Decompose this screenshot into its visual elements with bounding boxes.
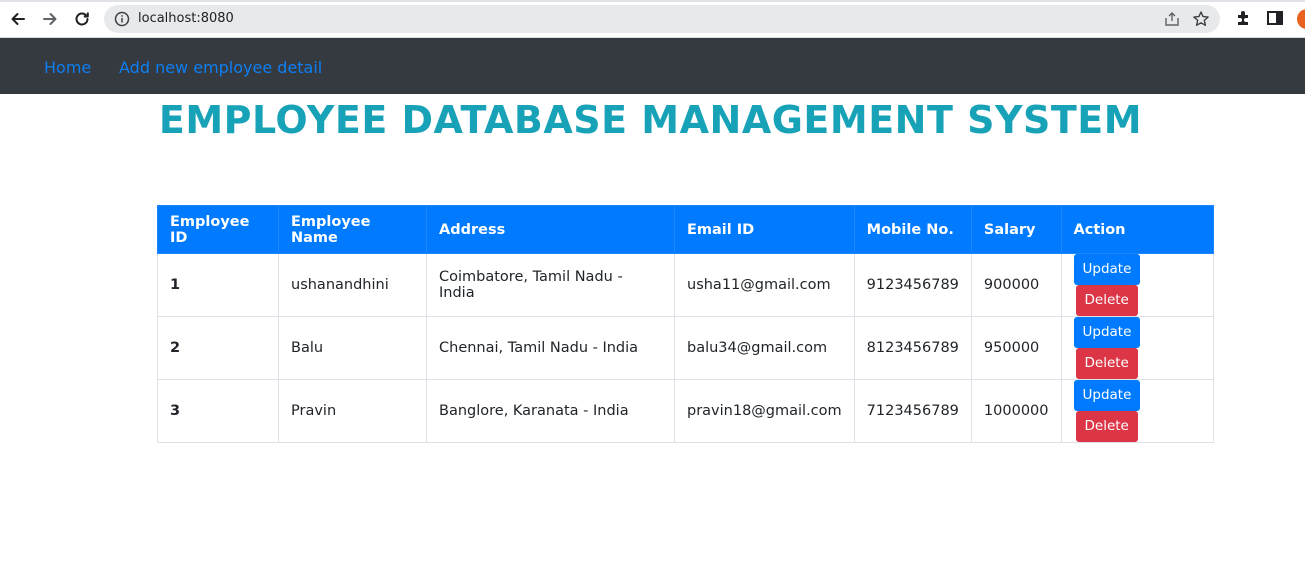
cell-employee-name: ushanandhini <box>278 253 427 317</box>
extensions-icon[interactable] <box>1235 9 1253 27</box>
cell-email: pravin18@gmail.com <box>674 379 855 443</box>
bookmark-star-icon[interactable] <box>1192 10 1210 28</box>
nav-link-add-employee[interactable]: Add new employee detail <box>119 58 322 77</box>
share-icon[interactable] <box>1164 11 1180 27</box>
cell-action: Update Delete <box>1060 379 1214 443</box>
column-header-employee-name: Employee Name <box>278 205 427 254</box>
app-navbar: Home Add new employee detail <box>0 38 1305 94</box>
column-header-salary: Salary <box>970 205 1062 254</box>
cell-employee-name: Pravin <box>278 379 427 443</box>
cell-mobile: 8123456789 <box>853 316 972 380</box>
update-button[interactable]: Update <box>1073 317 1141 348</box>
table-row: 3 Pravin Banglore, Karanata - India prav… <box>157 379 1214 443</box>
back-icon[interactable] <box>7 8 29 30</box>
sidebar-icon[interactable] <box>1266 9 1284 27</box>
column-header-mobile-no: Mobile No. <box>853 205 972 254</box>
reload-icon[interactable] <box>71 8 93 30</box>
update-button[interactable]: Update <box>1073 380 1141 411</box>
tab-strip-edge <box>0 0 1305 2</box>
column-header-email-id: Email ID <box>674 205 855 254</box>
table-header-row: Employee ID Employee Name Address Email … <box>157 205 1214 254</box>
delete-button[interactable]: Delete <box>1075 285 1138 316</box>
delete-button[interactable]: Delete <box>1075 348 1138 379</box>
address-bar[interactable]: localhost:8080 <box>104 5 1220 33</box>
cell-address: Chennai, Tamil Nadu - India <box>426 316 675 380</box>
cell-address: Banglore, Karanata - India <box>426 379 675 443</box>
column-header-employee-id: Employee ID <box>157 205 279 254</box>
cell-salary: 900000 <box>970 253 1062 317</box>
cell-action: Update Delete <box>1060 253 1214 317</box>
cell-employee-name: Balu <box>278 316 427 380</box>
cell-address: Coimbatore, Tamil Nadu - India <box>426 253 675 317</box>
delete-button[interactable]: Delete <box>1075 411 1138 442</box>
profile-avatar[interactable] <box>1297 9 1305 29</box>
browser-toolbar: localhost:8080 <box>0 0 1305 38</box>
info-icon[interactable] <box>114 11 130 27</box>
table-row: 2 Balu Chennai, Tamil Nadu - India balu3… <box>157 316 1214 380</box>
cell-employee-id: 3 <box>157 379 279 443</box>
nav-link-home[interactable]: Home <box>44 58 91 77</box>
cell-email: balu34@gmail.com <box>674 316 855 380</box>
update-button[interactable]: Update <box>1073 254 1141 285</box>
url-text[interactable]: localhost:8080 <box>138 11 234 26</box>
cell-action: Update Delete <box>1060 316 1214 380</box>
cell-mobile: 7123456789 <box>853 379 972 443</box>
cell-employee-id: 1 <box>157 253 279 317</box>
employee-table: Employee ID Employee Name Address Email … <box>157 205 1214 443</box>
cell-mobile: 9123456789 <box>853 253 972 317</box>
table-row: 1 ushanandhini Coimbatore, Tamil Nadu - … <box>157 253 1214 317</box>
forward-icon[interactable] <box>39 8 61 30</box>
cell-salary: 950000 <box>970 316 1062 380</box>
cell-salary: 1000000 <box>970 379 1062 443</box>
column-header-action: Action <box>1060 205 1214 254</box>
cell-email: usha11@gmail.com <box>674 253 855 317</box>
cell-employee-id: 2 <box>157 316 279 380</box>
column-header-address: Address <box>426 205 675 254</box>
page-title: EMPLOYEE DATABASE MANAGEMENT SYSTEM <box>158 98 1143 142</box>
